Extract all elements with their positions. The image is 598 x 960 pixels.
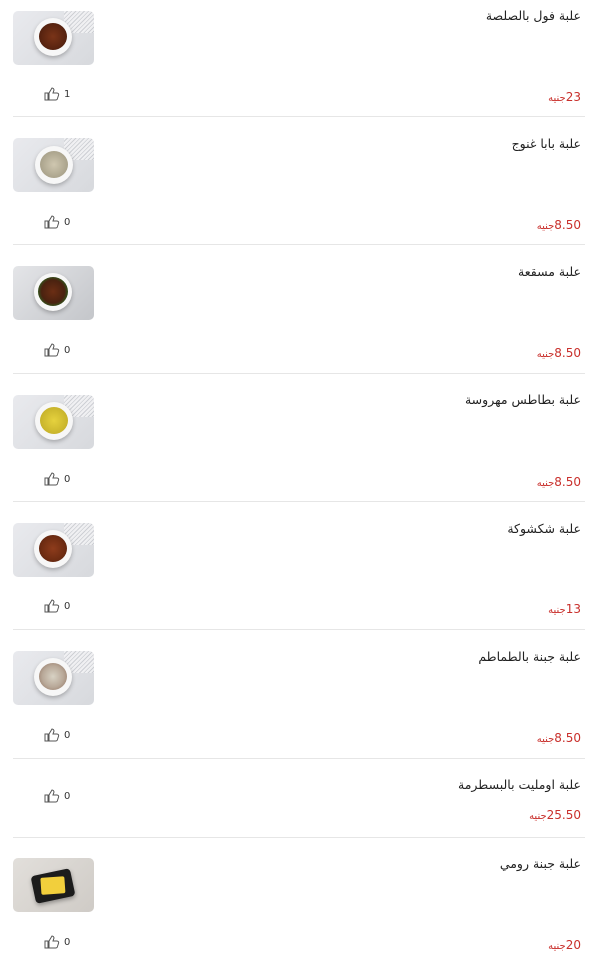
- like-count: 1: [64, 88, 71, 100]
- item-name[interactable]: علبة جبنة رومي: [500, 856, 581, 871]
- thumbs-up-icon: [44, 728, 60, 742]
- item-price: 8.50جنيه: [536, 346, 581, 360]
- thumbs-up-icon: [44, 472, 60, 486]
- like-button[interactable]: 0: [44, 599, 70, 613]
- item-image[interactable]: [13, 138, 94, 192]
- like-count: 0: [64, 344, 71, 356]
- menu-item[interactable]: علبة جبنة رومي 0 20جنيه: [13, 838, 585, 960]
- like-button[interactable]: 0: [44, 935, 70, 949]
- thumbs-up-icon: [44, 789, 60, 803]
- item-image[interactable]: [13, 651, 94, 705]
- like-count: 0: [64, 936, 71, 948]
- menu-item[interactable]: علبة بطاطس مهروسة 0 8.50جنيه: [13, 374, 585, 502]
- menu-item[interactable]: علبة جبنة بالطماطم 0 8.50جنيه: [13, 630, 585, 759]
- menu-item[interactable]: علبة شكشوكة 0 13جنيه: [13, 502, 585, 630]
- menu-list: علبة فول بالصلصة 1 23جنيه علبة بابا غنوج…: [0, 0, 598, 960]
- thumbs-up-icon: [44, 599, 60, 613]
- item-name[interactable]: علبة اومليت بالبسطرمة: [458, 777, 581, 792]
- item-image[interactable]: [13, 266, 94, 320]
- like-button[interactable]: 0: [44, 343, 70, 357]
- item-price: 8.50جنيه: [536, 218, 581, 232]
- item-name[interactable]: علبة جبنة بالطماطم: [478, 649, 581, 664]
- thumbs-up-icon: [44, 87, 60, 101]
- like-button[interactable]: 0: [44, 472, 70, 486]
- item-name[interactable]: علبة بابا غنوج: [512, 136, 581, 151]
- item-price: 20جنيه: [548, 938, 581, 952]
- like-button[interactable]: 0: [44, 728, 70, 742]
- item-price: 8.50جنيه: [536, 731, 581, 745]
- menu-item[interactable]: علبة فول بالصلصة 1 23جنيه: [13, 0, 585, 117]
- item-name[interactable]: علبة بطاطس مهروسة: [465, 392, 581, 407]
- like-button[interactable]: 0: [44, 215, 70, 229]
- like-button[interactable]: 1: [44, 87, 70, 101]
- thumbs-up-icon: [44, 935, 60, 949]
- item-image[interactable]: [13, 858, 94, 912]
- like-count: 0: [64, 729, 71, 741]
- item-price: 23جنيه: [548, 90, 581, 104]
- item-price: 13جنيه: [548, 602, 581, 616]
- thumbs-up-icon: [44, 343, 60, 357]
- like-count: 0: [64, 473, 71, 485]
- item-name[interactable]: علبة فول بالصلصة: [486, 8, 581, 23]
- item-name[interactable]: علبة شكشوكة: [507, 521, 581, 536]
- item-price: 25.50جنيه: [529, 808, 581, 822]
- like-count: 0: [64, 790, 71, 802]
- like-count: 0: [64, 216, 71, 228]
- item-name[interactable]: علبة مسقعة: [518, 264, 581, 279]
- item-price: 8.50جنيه: [536, 475, 581, 489]
- menu-item[interactable]: علبة اومليت بالبسطرمة 0 25.50جنيه: [13, 759, 585, 838]
- like-count: 0: [64, 600, 71, 612]
- thumbs-up-icon: [44, 215, 60, 229]
- item-image[interactable]: [13, 395, 94, 449]
- menu-item[interactable]: علبة مسقعة 0 8.50جنيه: [13, 245, 585, 374]
- menu-item[interactable]: علبة بابا غنوج 0 8.50جنيه: [13, 117, 585, 245]
- item-image[interactable]: [13, 11, 94, 65]
- item-image[interactable]: [13, 523, 94, 577]
- like-button[interactable]: 0: [44, 789, 70, 803]
